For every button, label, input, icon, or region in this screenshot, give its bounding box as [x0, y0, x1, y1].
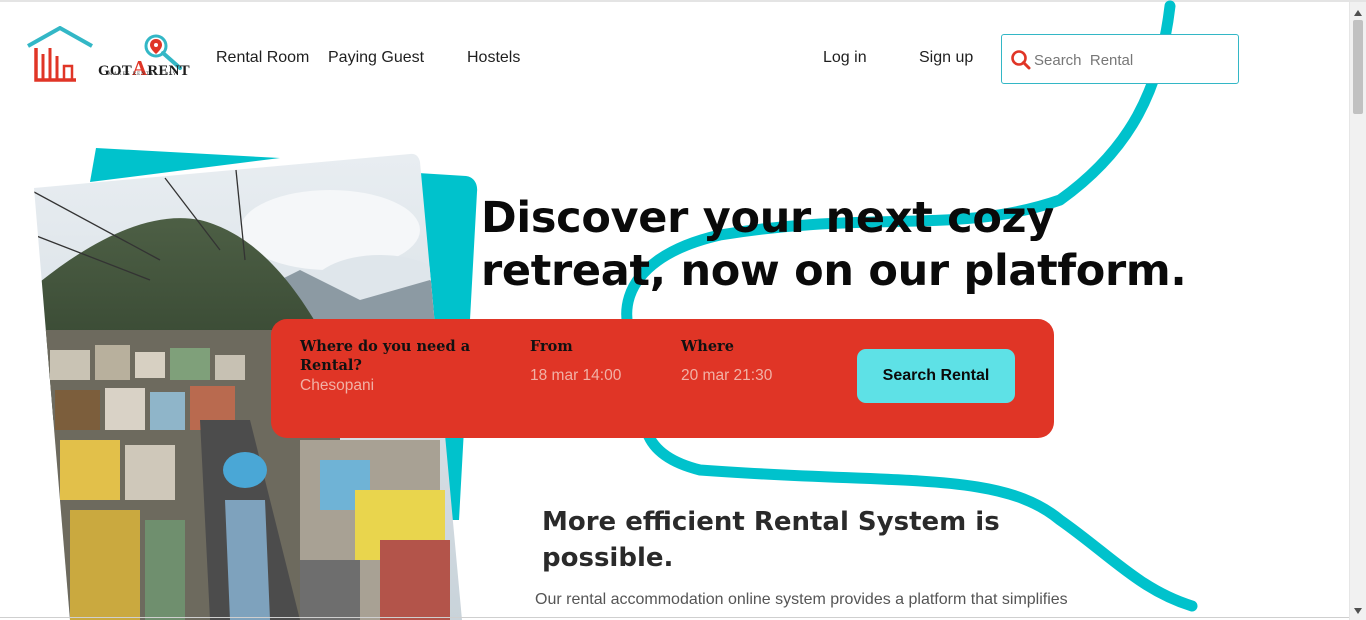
triangle-down-icon[interactable] [1350, 604, 1366, 618]
triangle-up-icon[interactable] [1350, 6, 1366, 20]
page-scrollbar[interactable] [1349, 2, 1366, 620]
header-search-input[interactable] [1034, 48, 1229, 72]
location-label: Where do you need a Rental? [300, 338, 471, 374]
signup-link[interactable]: Sign up [919, 49, 973, 67]
hero-headline: Discover your next cozy retreat, now on … [481, 193, 1187, 296]
viewport-bottom-border [0, 617, 1350, 618]
section-heading: More efficient Rental System is possible… [542, 507, 1000, 573]
section-description: Our rental accommodation online system p… [535, 591, 1068, 608]
search-rental-button[interactable]: Search Rental [857, 349, 1015, 403]
header-search-box[interactable] [1001, 34, 1239, 84]
hero-city-photo [34, 153, 462, 620]
from-label: From [530, 338, 573, 355]
where-label: Where [681, 338, 734, 355]
from-date-value[interactable]: 18 mar 14:00 [530, 367, 621, 385]
where-date-value[interactable]: 20 mar 21:30 [681, 367, 772, 385]
scrollbar-thumb[interactable] [1353, 20, 1363, 114]
location-value[interactable]: Chesopani [300, 377, 374, 395]
booking-search-panel: Where do you need a Rental? Chesopani Fr… [271, 319, 1054, 438]
login-link[interactable]: Log in [823, 49, 867, 67]
search-icon [1011, 50, 1031, 70]
